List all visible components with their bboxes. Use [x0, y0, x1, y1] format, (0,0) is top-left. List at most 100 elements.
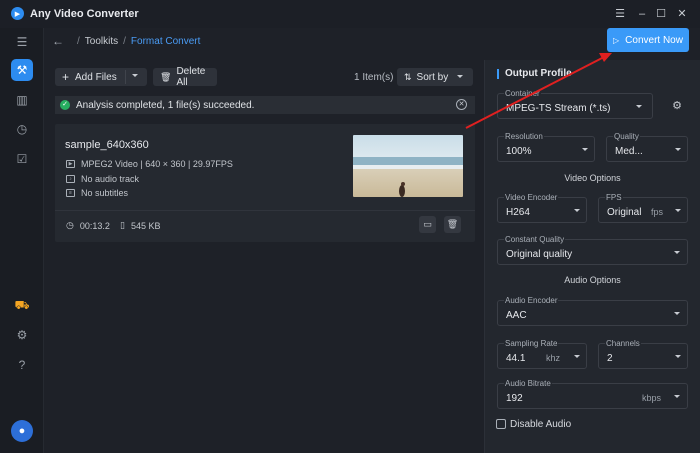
trash-icon: 🗑: [446, 219, 459, 229]
sort-icon: ⇅: [404, 71, 412, 82]
breadcrumb-toolkits[interactable]: Toolkits: [85, 36, 118, 47]
minimize-icon[interactable]: –: [634, 6, 650, 22]
user-avatar-icon[interactable]: ●: [11, 420, 33, 442]
sort-by-label: Sort by: [416, 71, 449, 83]
quality-value: Med...: [615, 146, 643, 157]
collapse-sidebar-icon[interactable]: ☰: [12, 32, 32, 52]
audio-encoder-label: Audio Encoder: [504, 296, 559, 305]
gear-icon[interactable]: ⚙: [12, 325, 32, 345]
audio-encoder-value: AAC: [506, 310, 527, 321]
sampling-rate-select[interactable]: Sampling Rate 44.1 khz: [497, 339, 587, 369]
channels-label: Channels: [605, 339, 641, 348]
audio-options-title: Audio Options: [564, 275, 621, 285]
constant-quality-value: Original quality: [506, 249, 573, 260]
title-bar: ▶ Any Video Converter ☰ – ☐ ✕: [0, 0, 700, 28]
close-icon[interactable]: ✕: [674, 6, 690, 22]
fps-value: Original: [607, 207, 642, 218]
duration-value: 00:13.2: [79, 220, 110, 231]
file-size: ▯ 545 KB: [120, 220, 160, 231]
audio-bitrate-value: 192: [506, 393, 523, 404]
tasks-icon[interactable]: ☑: [12, 149, 32, 169]
sort-by-dropdown[interactable]: ⇅ Sort by: [397, 68, 473, 86]
video-encoder-label: Video Encoder: [504, 193, 559, 202]
delete-file-button[interactable]: 🗑: [444, 216, 461, 233]
chevron-down-icon: [457, 75, 463, 78]
disable-audio-label[interactable]: Disable Audio: [510, 419, 571, 430]
container-select[interactable]: Container MPEG-TS Stream (*.ts): [497, 89, 653, 119]
app-title: Any Video Converter: [30, 8, 139, 20]
file-size-value: 545 KB: [130, 220, 161, 231]
delete-all-label: Delete All: [176, 66, 206, 88]
delete-all-button[interactable]: 🗑 Delete All: [153, 66, 217, 88]
container-value: MPEG-TS Stream (*.ts): [506, 103, 611, 114]
item-count: 1 Item(s): [354, 72, 394, 83]
video-info: MPEG2 Video | 640 × 360 | 29.97FPS: [81, 159, 233, 169]
chevron-down-icon: [674, 395, 680, 398]
video-thumbnail[interactable]: [353, 135, 463, 197]
clock-icon: ◷: [66, 220, 74, 230]
folder-icon: ▭: [423, 219, 432, 229]
audio-bitrate-label: Audio Bitrate: [504, 379, 552, 388]
breadcrumb-separator: /: [123, 35, 126, 47]
channels-select[interactable]: Channels 2: [598, 339, 688, 369]
sampling-rate-unit: khz: [546, 353, 561, 363]
convert-now-button[interactable]: ▷ Convert Now: [607, 28, 689, 52]
subtitle-info-row: ≡ No subtitles: [66, 188, 128, 198]
channels-value: 2: [607, 353, 613, 364]
file-name: sample_640x360: [65, 139, 149, 151]
video-encoder-select[interactable]: Video Encoder H264: [497, 193, 587, 223]
play-icon: ▷: [613, 35, 620, 45]
notice-text: Analysis completed, 1 file(s) succeeded.: [76, 99, 255, 111]
check-circle-icon: ✓: [60, 100, 70, 110]
maximize-icon[interactable]: ☐: [653, 6, 669, 22]
quality-select[interactable]: Quality Med...: [606, 132, 688, 162]
beach-thumbnail-image: [353, 135, 463, 197]
add-files-button[interactable]: + Add Files: [55, 68, 147, 86]
resolution-select[interactable]: Resolution 100%: [497, 132, 595, 162]
help-icon[interactable]: ?: [12, 355, 32, 375]
resolution-value: 100%: [506, 146, 532, 157]
duration: ◷ 00:13.2: [66, 220, 110, 231]
audio-bitrate-select[interactable]: Audio Bitrate 192 kbps: [497, 379, 688, 409]
audio-icon: ♪: [66, 175, 75, 183]
split-divider: [125, 70, 126, 84]
add-files-label: Add Files: [75, 71, 117, 83]
disable-audio-checkbox[interactable]: [496, 419, 506, 429]
open-folder-button[interactable]: ▭: [419, 216, 436, 233]
quality-label: Quality: [613, 132, 640, 141]
constant-quality-label: Constant Quality: [504, 235, 566, 244]
chevron-down-icon: [582, 148, 588, 151]
library-icon[interactable]: ▥: [12, 90, 32, 110]
breadcrumb-separator: /: [77, 35, 80, 47]
constant-quality-select[interactable]: Constant Quality Original quality: [497, 235, 688, 265]
cart-icon[interactable]: ⛟: [12, 295, 32, 315]
back-arrow-icon[interactable]: ←: [52, 34, 64, 48]
breadcrumb: ← / Toolkits / Format Convert: [52, 34, 200, 48]
breadcrumb-format-convert: Format Convert: [130, 35, 201, 47]
audio-encoder-select[interactable]: Audio Encoder AAC: [497, 296, 688, 326]
chevron-down-icon: [636, 105, 642, 108]
fps-unit: fps: [651, 207, 664, 217]
subtitle-icon: ≡: [66, 189, 75, 197]
history-icon[interactable]: ◷: [12, 119, 32, 139]
card-divider: [55, 210, 475, 211]
close-notice-icon[interactable]: ✕: [456, 99, 467, 110]
audio-info-row: ♪ No audio track: [66, 174, 139, 184]
menu-icon[interactable]: ☰: [612, 6, 628, 22]
video-encoder-value: H264: [506, 207, 530, 218]
file-card[interactable]: sample_640x360 ▶ MPEG2 Video | 640 × 360…: [55, 124, 475, 242]
output-profile-title: Output Profile: [497, 69, 572, 79]
video-options-title: Video Options: [564, 173, 621, 183]
toolbox-icon[interactable]: ⚒: [11, 59, 33, 81]
video-info-row: ▶ MPEG2 Video | 640 × 360 | 29.97FPS: [66, 159, 233, 169]
video-icon: ▶: [66, 160, 75, 168]
analysis-notice: ✓ Analysis completed, 1 file(s) succeede…: [55, 96, 475, 114]
audio-info: No audio track: [81, 174, 140, 184]
chevron-down-icon: [675, 209, 681, 212]
fps-select[interactable]: FPS Original fps: [598, 193, 688, 223]
chevron-down-icon: [574, 209, 580, 212]
profile-settings-icon[interactable]: ⚙: [670, 99, 684, 113]
resolution-label: Resolution: [504, 132, 544, 141]
chevron-down-icon[interactable]: [132, 74, 138, 77]
sampling-rate-label: Sampling Rate: [504, 339, 559, 348]
